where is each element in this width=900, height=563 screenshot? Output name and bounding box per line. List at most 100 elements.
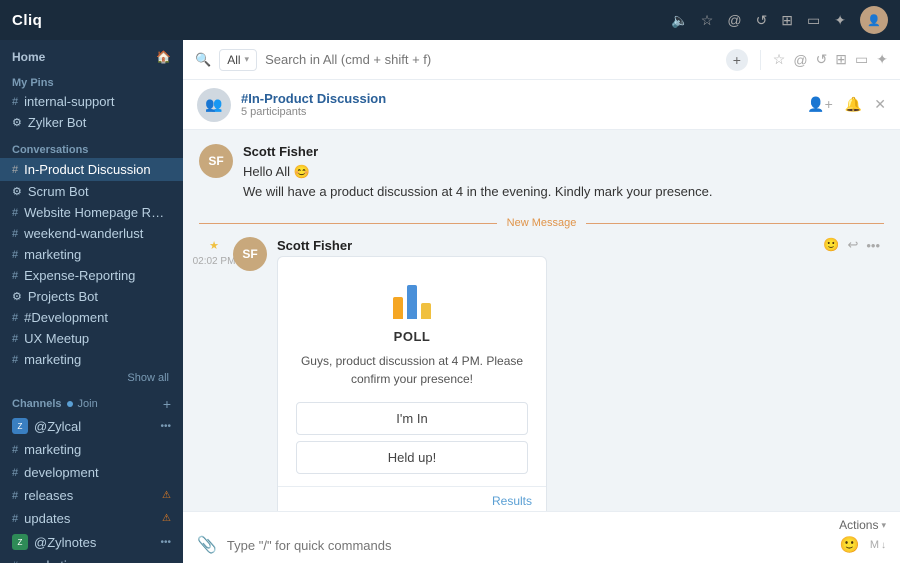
actions-button[interactable]: Actions ▾ (839, 518, 886, 532)
chevron-down-icon: ▾ (245, 54, 250, 65)
channel-menu-icon[interactable]: ••• (160, 421, 171, 432)
more-actions-icon[interactable]: ••• (866, 238, 880, 253)
home-header[interactable]: Home 🏠 (0, 40, 183, 68)
reply-icon[interactable]: ↩ (847, 237, 858, 253)
shield-icon[interactable]: ⊞ (781, 12, 793, 29)
chat-area: 👥 #In-Product Discussion 5 participants … (183, 80, 900, 563)
sidebar-item-label: Projects Bot (28, 289, 98, 304)
app-logo: Cliq (12, 12, 42, 29)
avatar-initials: 👤 (867, 14, 881, 27)
channel-menu-icon[interactable]: ••• (160, 537, 171, 548)
hash-icon: # (12, 249, 18, 261)
avatar[interactable]: 👤 (860, 6, 888, 34)
channel-item-marketing[interactable]: # marketing (0, 438, 183, 461)
channel-item-zylcal[interactable]: Z @Zylcal ••• (0, 414, 183, 438)
show-all[interactable]: Show all (0, 370, 183, 390)
poll-option-im-in[interactable]: I'm In (296, 402, 528, 435)
input-bar: Actions ▾ 📎 🙂 M ↓ (183, 511, 900, 563)
sidebar-item-zylker-bot[interactable]: ⚙ Zylker Bot (0, 112, 183, 133)
sidebar-item-marketing[interactable]: # marketing (0, 244, 183, 265)
markdown-button[interactable]: M ↓ (870, 539, 886, 551)
sidebar-item-in-product-discussion[interactable]: # In-Product Discussion (0, 158, 183, 181)
star-topbar-icon[interactable]: ☆ (773, 51, 786, 68)
poll-bar-2 (407, 285, 417, 319)
sidebar-item-scrum-bot[interactable]: ⚙ Scrum Bot (0, 181, 183, 202)
channel-item-zylnotes[interactable]: Z @Zylnotes ••• (0, 530, 183, 554)
divider-line-left (199, 223, 497, 224)
sidebar-item-marketing2[interactable]: # marketing (0, 349, 183, 370)
search-input[interactable] (265, 52, 718, 67)
hash-icon: # (12, 444, 18, 456)
input-right-icons: 🙂 M ↓ (840, 535, 886, 555)
channels-join-label[interactable]: Join (78, 398, 98, 410)
sidebar-item-label: marketing (24, 247, 81, 262)
home-icon[interactable]: 🏠 (156, 50, 171, 64)
bot-icon: ⚙ (12, 116, 22, 129)
sidebar-item-label: weekend-wanderlust (24, 226, 143, 241)
clock-icon[interactable]: ↺ (756, 12, 768, 29)
sidebar-item-label: @Zylnotes (34, 535, 96, 550)
channel-item-updates[interactable]: # updates ⚠ (0, 507, 183, 530)
hash-icon: # (12, 228, 18, 240)
close-icon[interactable]: ✕ (874, 96, 886, 113)
puzzle-icon[interactable]: ✦ (834, 12, 846, 29)
calendar-icon[interactable]: ▭ (807, 12, 820, 29)
at-icon[interactable]: @ (727, 12, 741, 28)
sidebar-item-weekend-wanderlust[interactable]: # weekend-wanderlust (0, 223, 183, 244)
chat-participants: 5 participants (241, 106, 797, 118)
channel-app-icon: Z (12, 418, 28, 434)
message-input[interactable] (227, 538, 830, 553)
channels-label: Channels (12, 398, 62, 410)
speaker-icon[interactable]: 🔈 (671, 12, 688, 29)
channel-item-development[interactable]: # development (0, 461, 183, 484)
attach-icon[interactable]: 📎 (197, 535, 217, 555)
add-participant-icon[interactable]: 👤+ (807, 96, 833, 113)
topbar-icons: ☆ @ ↺ ⊞ ▭ ✦ (701, 12, 846, 29)
poll-option-held-up[interactable]: Held up! (296, 441, 528, 474)
hash-icon: # (12, 312, 18, 324)
sidebar-item-website-homepage[interactable]: # Website Homepage Revamp (0, 202, 183, 223)
clock-topbar-icon[interactable]: ↺ (816, 51, 828, 68)
sidebar-item-label: Zylker Bot (28, 115, 87, 130)
hash-icon: # (12, 560, 18, 563)
sidebar-item-label: In-Product Discussion (24, 162, 150, 177)
message-time: 02:02 PM (193, 256, 236, 267)
message-row-1: SF Scott Fisher Hello All 😊 We will have… (199, 144, 884, 201)
channel-app-icon-green: Z (12, 534, 28, 550)
channels-add-icon[interactable]: + (163, 396, 171, 412)
calendar-topbar-icon[interactable]: ▭ (855, 51, 868, 68)
poll-chart-icon (387, 275, 437, 319)
hash-icon: # (12, 96, 18, 108)
channel-item-releases[interactable]: # releases ⚠ (0, 484, 183, 507)
bot-icon: ⚙ (12, 185, 22, 198)
sidebar-item-development[interactable]: # #Development (0, 307, 183, 328)
star-message-icon[interactable]: ★ (209, 239, 219, 252)
settings-topbar-icon[interactable]: ✦ (876, 51, 888, 68)
at-topbar-icon[interactable]: @ (793, 52, 807, 68)
search-icon: 🔍 (195, 52, 211, 68)
emoji-icon[interactable]: 🙂 (840, 535, 860, 555)
hash-icon: # (12, 513, 18, 525)
sidebar-item-label: marketing (24, 442, 81, 457)
channel-group-icon: 👥 (197, 88, 231, 122)
hash-icon: # (12, 354, 18, 366)
poll-results[interactable]: Results (278, 486, 546, 511)
notification-icon[interactable]: 🔔 (845, 96, 862, 113)
channel-item-marketing3[interactable]: # marketing (0, 554, 183, 563)
sidebar-item-internal-support[interactable]: # internal-support (0, 91, 183, 112)
sidebar-item-projects-bot[interactable]: ⚙ Projects Bot (0, 286, 183, 307)
search-scope-label: All (227, 53, 240, 67)
message-sender-2: Scott Fisher (277, 238, 352, 253)
emoji-react-icon[interactable]: 🙂 (823, 237, 839, 253)
star-icon[interactable]: ☆ (701, 12, 714, 29)
divider-line-right (586, 223, 884, 224)
sidebar-item-expense-reporting[interactable]: # Expense-Reporting (0, 265, 183, 286)
search-add-button[interactable]: + (726, 49, 748, 71)
screen-topbar-icon[interactable]: ⊞ (835, 51, 847, 68)
hash-icon: # (12, 333, 18, 345)
sidebar-item-label: updates (24, 511, 156, 526)
search-scope-selector[interactable]: All ▾ (219, 49, 257, 71)
chat-channel-name[interactable]: #In-Product Discussion (241, 91, 797, 106)
sidebar-item-ux-meetup[interactable]: # UX Meetup (0, 328, 183, 349)
sidebar-item-label: releases (24, 488, 156, 503)
